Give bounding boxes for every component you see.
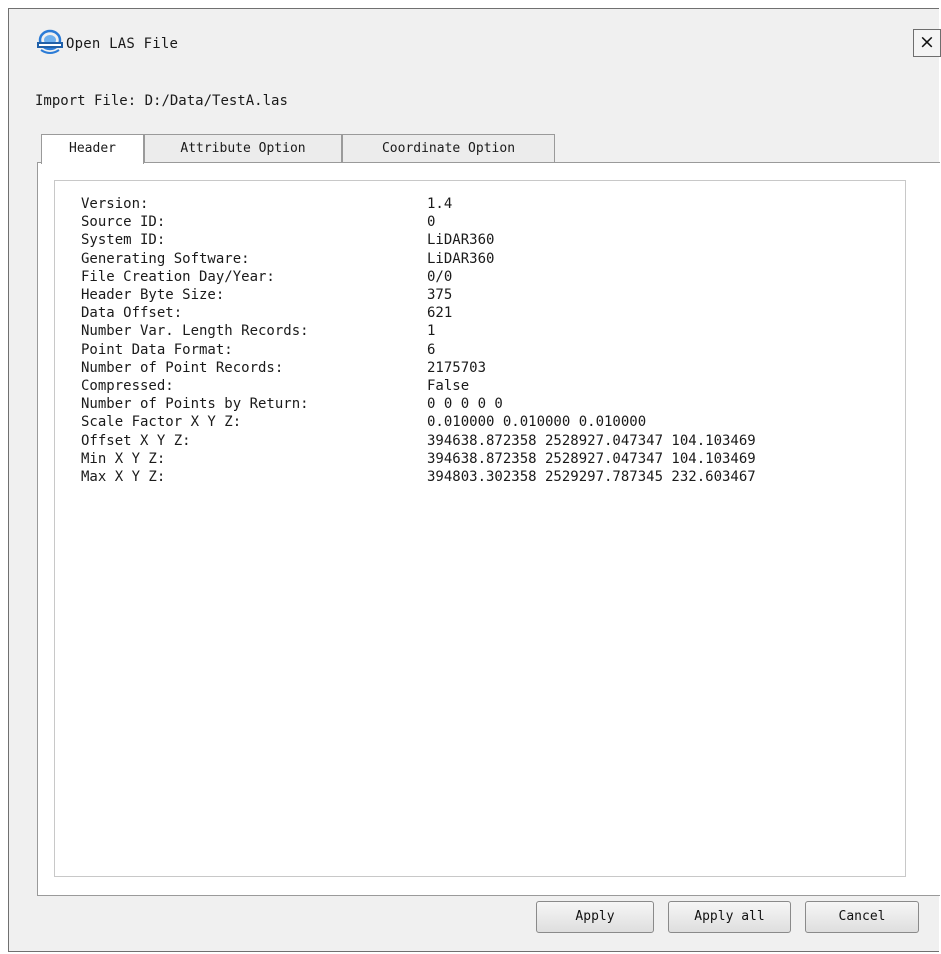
table-row: Number of Points by Return: 0 0 0 0 0 xyxy=(81,395,756,413)
import-file-line: Import File: D:/Data/TestA.las xyxy=(35,93,288,109)
field-value: 0.010000 0.010000 0.010000 xyxy=(427,414,647,431)
tab-header[interactable]: Header xyxy=(41,134,144,164)
field-value: LiDAR360 xyxy=(427,232,495,249)
field-value: 0 0 0 0 0 xyxy=(427,396,503,413)
table-row: Point Data Format: 6 xyxy=(81,341,756,359)
header-info-box: Version: 1.4 Source ID: 0 System ID: LiDAR3… xyxy=(54,180,906,877)
field-label: Scale Factor X Y Z: xyxy=(81,414,242,431)
field-label: Number of Point Records: xyxy=(81,359,284,376)
field-label: Data Offset: xyxy=(81,305,183,322)
field-value: 1 xyxy=(427,323,436,340)
field-label: Number Var. Length Records: xyxy=(81,323,309,340)
lidar360-logo-icon xyxy=(35,28,65,58)
field-value: 0/0 xyxy=(427,268,453,285)
field-label: Min X Y Z: xyxy=(81,450,166,467)
field-value: 621 xyxy=(427,305,453,322)
field-value: 1.4 xyxy=(427,196,453,213)
table-row: Scale Factor X Y Z: 0.010000 0.010000 0.0… xyxy=(81,413,756,431)
field-value: False xyxy=(427,377,470,394)
dialog-footer: Apply Apply all Cancel xyxy=(9,885,939,951)
table-row: Source ID: 0 xyxy=(81,213,756,231)
cancel-button[interactable]: Cancel xyxy=(805,901,919,933)
table-row: Data Offset: 621 xyxy=(81,304,756,322)
header-fields-table: Version: 1.4 Source ID: 0 System ID: LiDAR3… xyxy=(81,195,756,486)
field-label: Header Byte Size: xyxy=(81,287,225,304)
field-value: LiDAR360 xyxy=(427,250,495,267)
field-value: 6 xyxy=(427,341,436,358)
apply-button[interactable]: Apply xyxy=(536,901,654,933)
table-row: Number Var. Length Records: 1 xyxy=(81,322,756,340)
header-tab-panel: Version: 1.4 Source ID: 0 System ID: LiDAR3… xyxy=(37,162,940,896)
field-value: 394803.302358 2529297.787345 232.603467 xyxy=(427,468,756,485)
field-value: 375 xyxy=(427,287,453,304)
window-title: Open LAS File xyxy=(66,36,179,52)
open-las-dialog: Open LAS File × Import File: D:/Data/Tes… xyxy=(8,8,941,952)
table-row: Generating Software: LiDAR360 xyxy=(81,250,756,268)
field-label: Source ID: xyxy=(81,214,166,231)
field-label: Offset X Y Z: xyxy=(81,432,191,449)
table-row: Header Byte Size: 375 xyxy=(81,286,756,304)
import-file-path: D:/Data/TestA.las xyxy=(144,93,288,109)
field-label: Number of Points by Return: xyxy=(81,396,309,413)
import-file-label: Import File: xyxy=(35,93,137,109)
field-value: 394638.872358 2528927.047347 104.103469 xyxy=(427,432,756,449)
table-row: Min X Y Z: 394638.872358 2528927.047347 1… xyxy=(81,450,756,468)
field-value: 2175703 xyxy=(427,359,487,376)
table-row: File Creation Day/Year: 0/0 xyxy=(81,268,756,286)
table-row: Max X Y Z: 394803.302358 2529297.787345 2… xyxy=(81,468,756,486)
tab-attribute-option[interactable]: Attribute Option xyxy=(144,134,342,162)
field-label: Version: xyxy=(81,196,149,213)
table-row: Compressed: False xyxy=(81,377,756,395)
apply-all-button[interactable]: Apply all xyxy=(668,901,791,933)
field-label: File Creation Day/Year: xyxy=(81,268,275,285)
table-row: Number of Point Records: 2175703 xyxy=(81,359,756,377)
field-value: 0 xyxy=(427,214,436,231)
table-row: Version: 1.4 xyxy=(81,195,756,213)
field-label: Point Data Format: xyxy=(81,341,233,358)
field-label: System ID: xyxy=(81,232,166,249)
field-label: Max X Y Z: xyxy=(81,468,166,485)
close-button[interactable]: × xyxy=(913,29,941,57)
field-label: Compressed: xyxy=(81,377,174,394)
table-row: System ID: LiDAR360 xyxy=(81,231,756,249)
field-value: 394638.872358 2528927.047347 104.103469 xyxy=(427,450,756,467)
title-bar[interactable]: Open LAS File × xyxy=(9,9,941,75)
table-row: Offset X Y Z: 394638.872358 2528927.04734… xyxy=(81,431,756,449)
field-label: Generating Software: xyxy=(81,250,250,267)
tab-coordinate-option[interactable]: Coordinate Option xyxy=(342,134,555,162)
